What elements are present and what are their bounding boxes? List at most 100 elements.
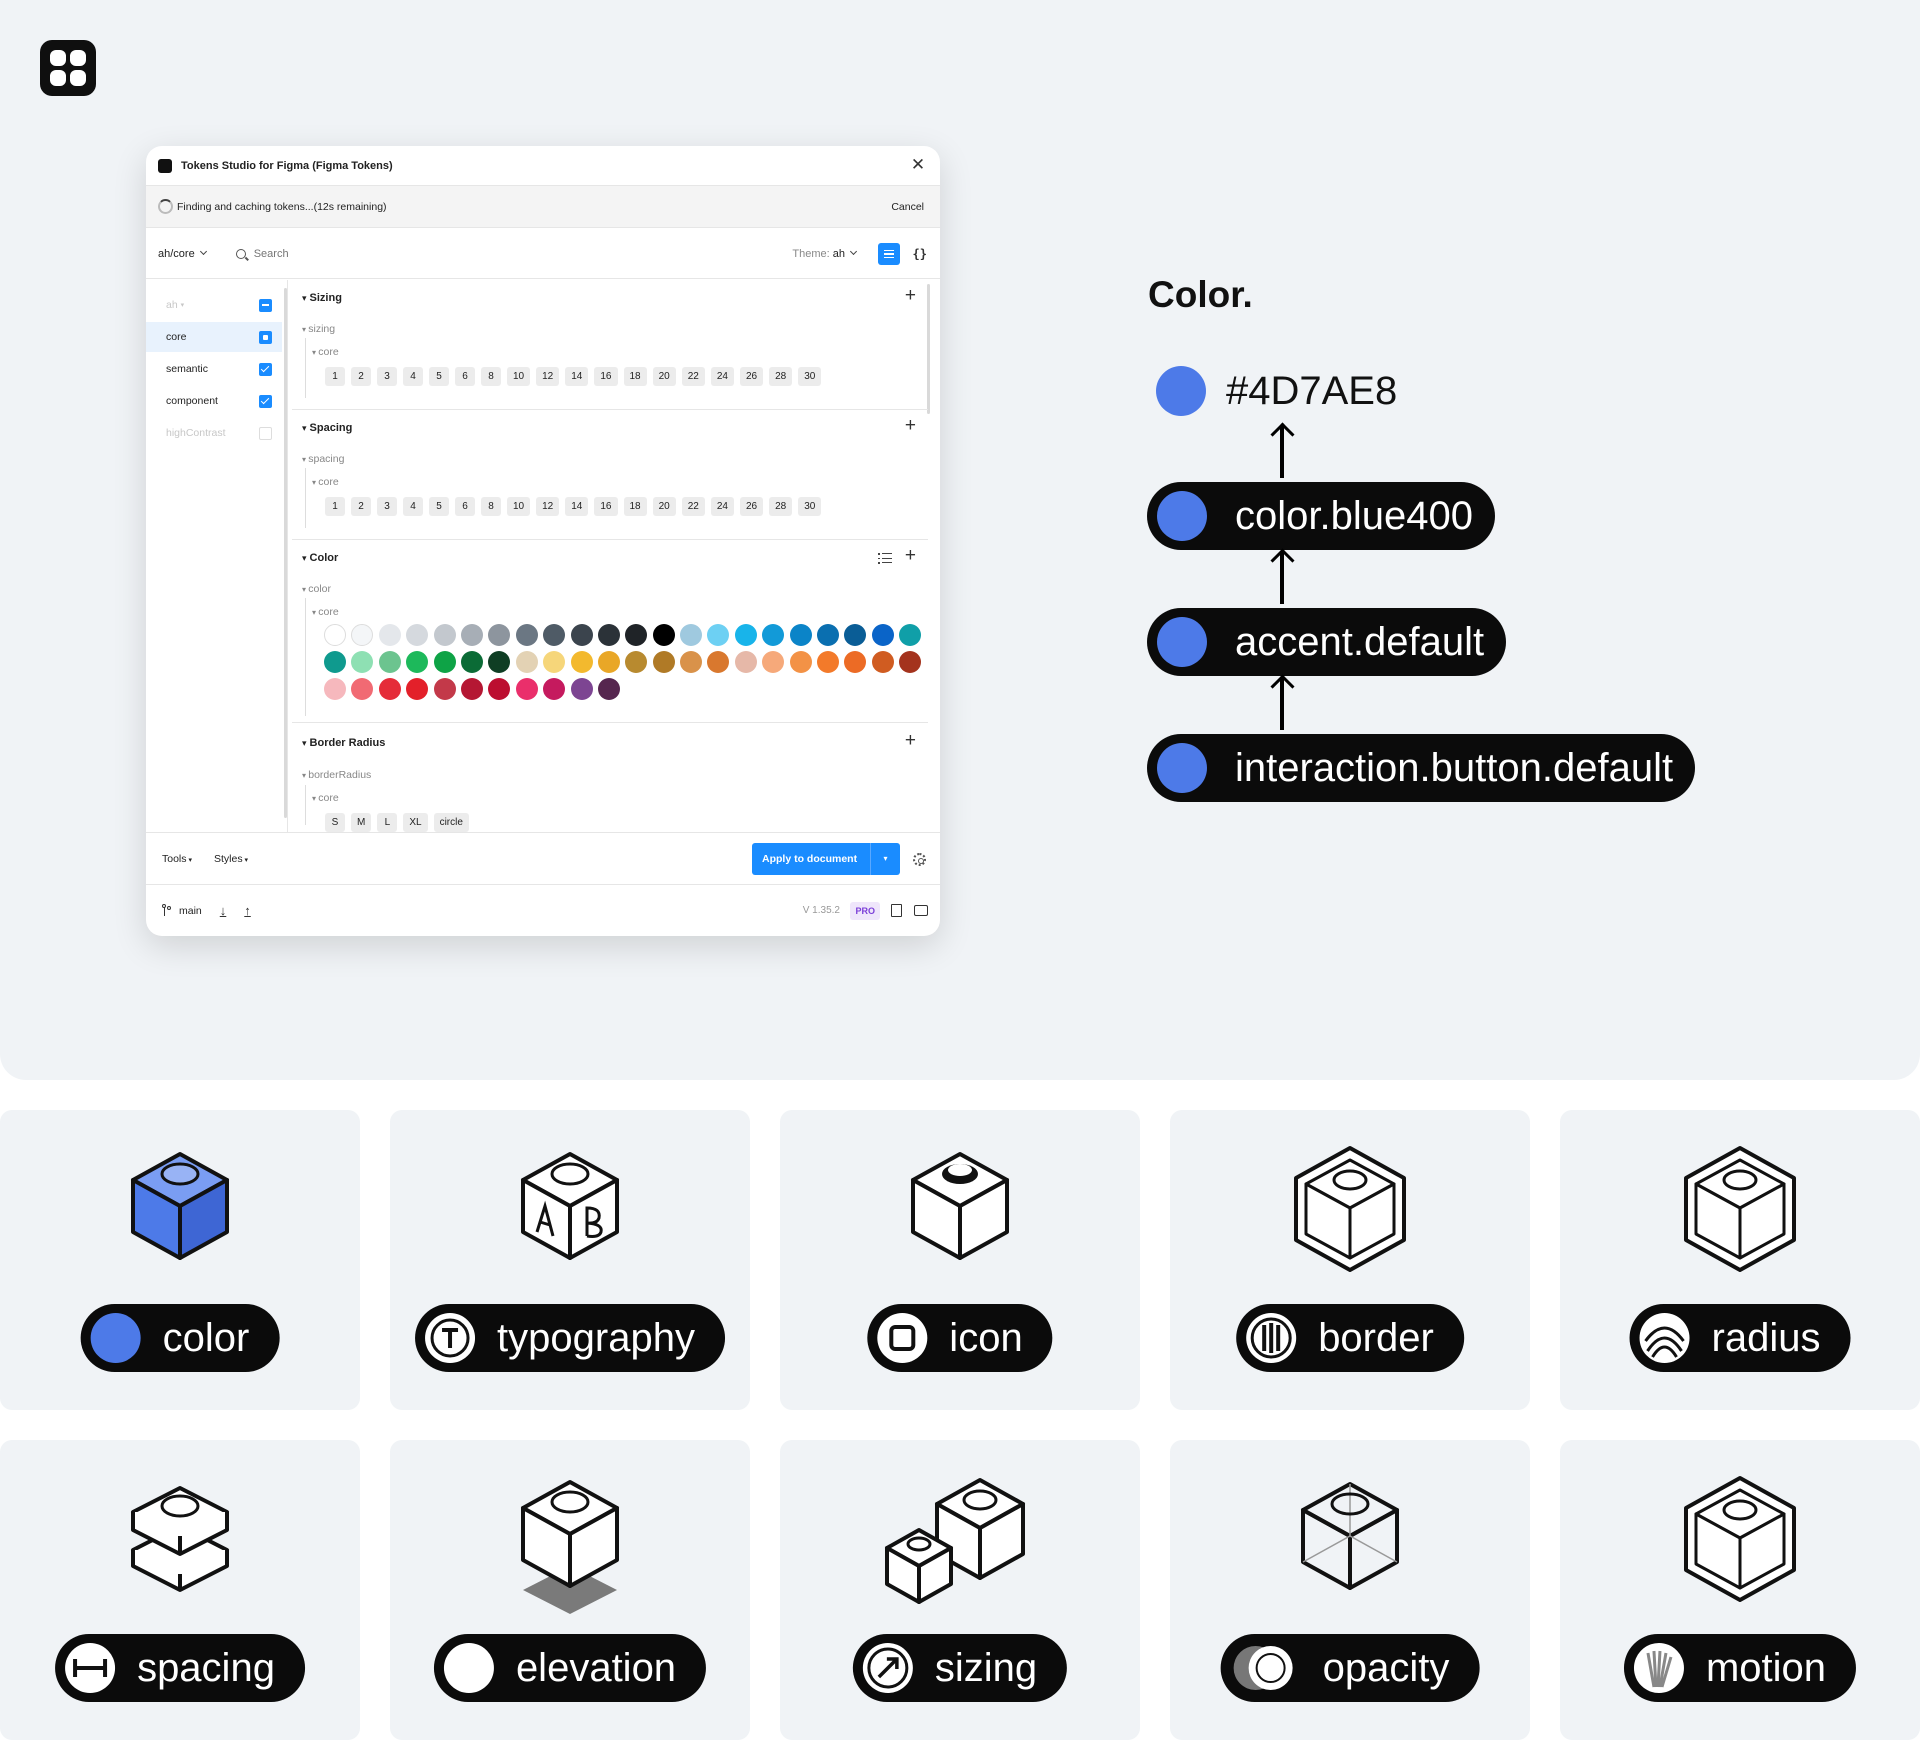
token-pill[interactable]: 2	[351, 367, 371, 386]
sidebar-item-ah[interactable]: ah ▾	[146, 290, 282, 320]
color-swatch[interactable]	[324, 624, 346, 646]
apply-to-document-button[interactable]: Apply to document ▾	[752, 843, 900, 875]
color-swatch[interactable]	[762, 651, 785, 673]
token-pill[interactable]: 14	[565, 367, 589, 386]
sidebar-item-component[interactable]: component	[146, 386, 282, 416]
sidebar-item-highcontrast[interactable]: highContrast	[146, 418, 282, 448]
add-token-icon[interactable]: +	[905, 731, 916, 751]
list-view-icon[interactable]	[878, 552, 892, 564]
color-swatch[interactable]	[625, 651, 648, 673]
token-pill[interactable]: 12	[536, 497, 560, 516]
color-swatch[interactable]	[433, 678, 456, 700]
branch-selector[interactable]: main	[179, 905, 202, 917]
token-subgroup[interactable]: core	[312, 476, 338, 488]
token-pill[interactable]: S	[325, 813, 345, 832]
color-swatch[interactable]	[597, 651, 620, 673]
token-subgroup[interactable]: core	[312, 606, 338, 618]
token-pill[interactable]: 10	[507, 497, 531, 516]
token-pill[interactable]: 20	[652, 367, 676, 386]
color-swatch[interactable]	[406, 624, 429, 646]
color-swatch[interactable]	[734, 651, 757, 673]
close-icon[interactable]: ✕	[908, 155, 928, 175]
token-pill[interactable]: 24	[710, 497, 734, 516]
section-title[interactable]: Color	[302, 552, 339, 564]
color-swatch[interactable]	[351, 624, 374, 646]
color-swatch[interactable]	[406, 651, 429, 673]
color-swatch[interactable]	[871, 651, 894, 673]
color-swatch[interactable]	[789, 651, 812, 673]
color-swatch[interactable]	[378, 624, 401, 646]
color-swatch[interactable]	[570, 624, 593, 646]
token-pill[interactable]: XL	[403, 813, 428, 832]
theme-selector[interactable]: Theme: ah	[792, 247, 862, 260]
color-swatch[interactable]	[460, 651, 483, 673]
token-subgroup[interactable]: core	[312, 346, 338, 358]
color-swatch[interactable]	[652, 624, 675, 646]
token-pill[interactable]: 8	[481, 497, 501, 516]
sidebar-scrollbar[interactable]	[284, 288, 287, 818]
color-swatch[interactable]	[378, 678, 401, 700]
token-pill[interactable]: 1	[325, 367, 345, 386]
token-pill[interactable]: circle	[433, 813, 469, 832]
color-swatch[interactable]	[543, 678, 566, 700]
tools-menu[interactable]: Tools	[162, 853, 192, 865]
token-set-checkbox[interactable]	[259, 298, 272, 312]
token-group[interactable]: color	[302, 583, 331, 595]
styles-menu[interactable]: Styles	[214, 853, 248, 865]
token-pill[interactable]: 6	[455, 367, 475, 386]
token-group[interactable]: spacing	[302, 453, 344, 465]
token-pill[interactable]: 18	[623, 367, 647, 386]
token-group[interactable]: sizing	[302, 323, 335, 335]
color-swatch[interactable]	[680, 651, 703, 673]
token-pill[interactable]: 3	[377, 497, 397, 516]
token-pill[interactable]: L	[377, 813, 398, 832]
add-token-icon[interactable]: +	[905, 546, 916, 566]
color-swatch[interactable]	[899, 624, 922, 646]
token-set-checkbox[interactable]	[259, 362, 272, 376]
color-swatch[interactable]	[543, 651, 566, 673]
color-swatch[interactable]	[515, 624, 538, 646]
token-pill[interactable]: 6	[455, 497, 475, 516]
color-swatch[interactable]	[324, 678, 346, 700]
color-swatch[interactable]	[817, 624, 840, 646]
color-swatch[interactable]	[543, 624, 566, 646]
color-swatch[interactable]	[488, 678, 511, 700]
token-pill[interactable]: 16	[594, 497, 618, 516]
search-input[interactable]	[253, 247, 374, 260]
pull-icon[interactable]: ↓	[220, 903, 227, 918]
token-pill[interactable]: 30	[798, 367, 822, 386]
color-swatch[interactable]	[817, 651, 840, 673]
token-set-checkbox[interactable]	[259, 330, 272, 344]
color-swatch[interactable]	[844, 624, 867, 646]
color-swatch[interactable]	[351, 651, 374, 673]
docs-icon[interactable]	[891, 904, 902, 917]
color-swatch[interactable]	[488, 624, 511, 646]
add-token-icon[interactable]: +	[905, 286, 916, 306]
color-swatch[interactable]	[899, 651, 922, 673]
token-subgroup[interactable]: core	[312, 792, 338, 804]
token-pill[interactable]: 16	[594, 367, 618, 386]
color-swatch[interactable]	[652, 651, 675, 673]
color-swatch[interactable]	[378, 651, 401, 673]
token-pill[interactable]: 28	[769, 367, 793, 386]
token-pill[interactable]: 22	[681, 367, 705, 386]
color-swatch[interactable]	[707, 651, 730, 673]
color-swatch[interactable]	[597, 624, 620, 646]
sidebar-item-core[interactable]: core	[146, 322, 282, 352]
token-pill[interactable]: 5	[429, 497, 449, 516]
token-pill[interactable]: 18	[623, 497, 647, 516]
cancel-button[interactable]: Cancel	[891, 201, 924, 213]
token-pill[interactable]: 14	[565, 497, 589, 516]
color-swatch[interactable]	[871, 624, 894, 646]
token-pill[interactable]: 10	[507, 367, 531, 386]
token-pill[interactable]: 5	[429, 367, 449, 386]
color-swatch[interactable]	[570, 651, 593, 673]
apply-options-caret-icon[interactable]: ▾	[870, 843, 900, 875]
token-pill[interactable]: 22	[681, 497, 705, 516]
token-group[interactable]: borderRadius	[302, 769, 371, 781]
token-pill[interactable]: 1	[325, 497, 345, 516]
color-swatch[interactable]	[406, 678, 429, 700]
add-token-icon[interactable]: +	[905, 416, 916, 436]
feedback-icon[interactable]	[914, 905, 928, 916]
color-swatch[interactable]	[351, 678, 374, 700]
